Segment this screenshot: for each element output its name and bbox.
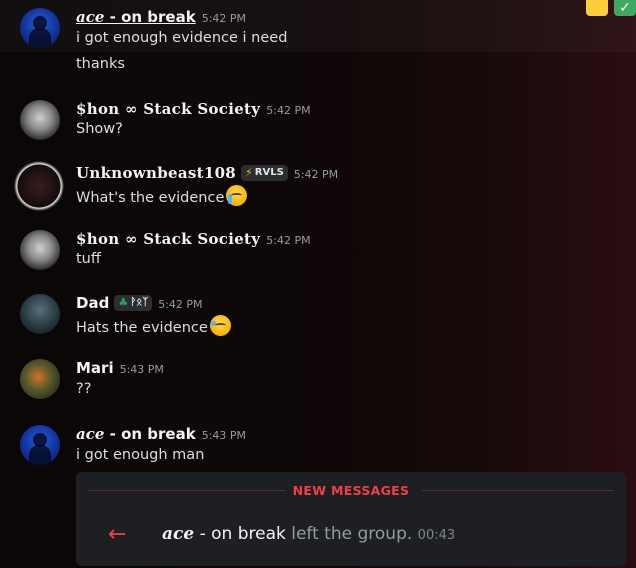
username[interactable]: Unknownbeast108 <box>76 164 236 182</box>
avatar-figure-body <box>29 28 51 48</box>
message-header: ace - on break 5:43 PM <box>76 425 246 443</box>
clan-tag[interactable]: ⚡ RVLS <box>241 164 288 181</box>
message-group[interactable]: Dad ♣ ᚹᛟᛉ 5:42 PM Hats the evidence <box>0 291 636 341</box>
timestamp: 5:43 PM <box>201 429 247 442</box>
laughing-emoji-icon[interactable] <box>209 315 231 336</box>
clan-badge-icon: ♣ <box>118 296 129 309</box>
leave-arrow-icon: ← <box>108 522 127 547</box>
message-group[interactable]: $hon ∞ Stack Society 5:42 PM Show? <box>0 96 636 146</box>
message-text: What's the evidence <box>76 185 248 206</box>
avatar[interactable] <box>14 161 64 211</box>
avatar[interactable] <box>20 294 60 334</box>
message-text: i got enough evidence i need <box>76 30 288 46</box>
username[interactable]: ace - on break <box>76 8 196 26</box>
avatar[interactable] <box>20 100 60 140</box>
clan-tag[interactable]: ♣ ᚹᛟᛉ <box>114 294 153 311</box>
message-text: Show? <box>76 121 123 137</box>
timestamp: 5:42 PM <box>266 104 311 117</box>
username[interactable]: Dad <box>76 294 109 312</box>
message-text: tuff <box>76 251 101 267</box>
avatar[interactable] <box>20 8 60 48</box>
timestamp: 5:42 PM <box>266 234 311 247</box>
message-header: $hon ∞ Stack Society 5:42 PM <box>76 230 311 248</box>
message-header: $hon ∞ Stack Society 5:42 PM <box>76 100 311 118</box>
message-group[interactable]: Unknownbeast108 ⚡ RVLS 5:42 PM What's the… <box>0 161 636 211</box>
timestamp: 00:43 <box>417 528 456 543</box>
lightning-icon: ⚡ <box>245 166 253 179</box>
avatar-figure-body <box>29 445 51 465</box>
message-text: ?? <box>76 381 92 397</box>
message-group[interactable]: ace - on break 5:42 PM i got enough evid… <box>0 0 636 52</box>
message-group[interactable]: ace - on break 5:43 PM i got enough man <box>0 421 636 471</box>
timestamp: 5:42 PM <box>201 12 247 25</box>
message-text: i got enough man <box>76 447 205 463</box>
username[interactable]: ace - on break <box>162 524 286 544</box>
timestamp: 5:43 PM <box>119 363 164 376</box>
message-group[interactable]: $hon ∞ Stack Society 5:42 PM tuff <box>0 226 636 276</box>
message-header: Dad ♣ ᚹᛟᛉ 5:42 PM <box>76 294 203 313</box>
new-messages-label[interactable]: NEW MESSAGES <box>76 483 626 498</box>
timestamp: 5:42 PM <box>158 298 203 311</box>
message-text: Hats the evidence <box>76 315 231 336</box>
crying-emoji-icon[interactable] <box>226 185 248 206</box>
avatar[interactable] <box>20 359 60 399</box>
username[interactable]: $hon ∞ Stack Society <box>76 100 260 118</box>
message-header: Mari 5:43 PM <box>76 359 164 377</box>
message-text: thanks <box>76 56 125 72</box>
timestamp: 5:42 PM <box>293 168 339 181</box>
avatar[interactable] <box>20 230 60 270</box>
message-header: ace - on break 5:42 PM <box>76 8 246 26</box>
username[interactable]: ace - on break <box>76 425 196 443</box>
new-messages-panel: NEW MESSAGES ← ace - on break left the g… <box>76 472 626 566</box>
chat-messages: ✓ ace - on break 5:42 PM i got enough ev… <box>0 0 636 568</box>
message-group[interactable]: Mari 5:43 PM ?? <box>0 356 636 406</box>
system-message: ace - on break left the group. 00:43 <box>162 524 456 544</box>
avatar[interactable] <box>20 425 60 465</box>
username[interactable]: Mari <box>76 359 114 377</box>
username[interactable]: $hon ∞ Stack Society <box>76 230 260 248</box>
message-header: Unknownbeast108 ⚡ RVLS 5:42 PM <box>76 164 338 183</box>
